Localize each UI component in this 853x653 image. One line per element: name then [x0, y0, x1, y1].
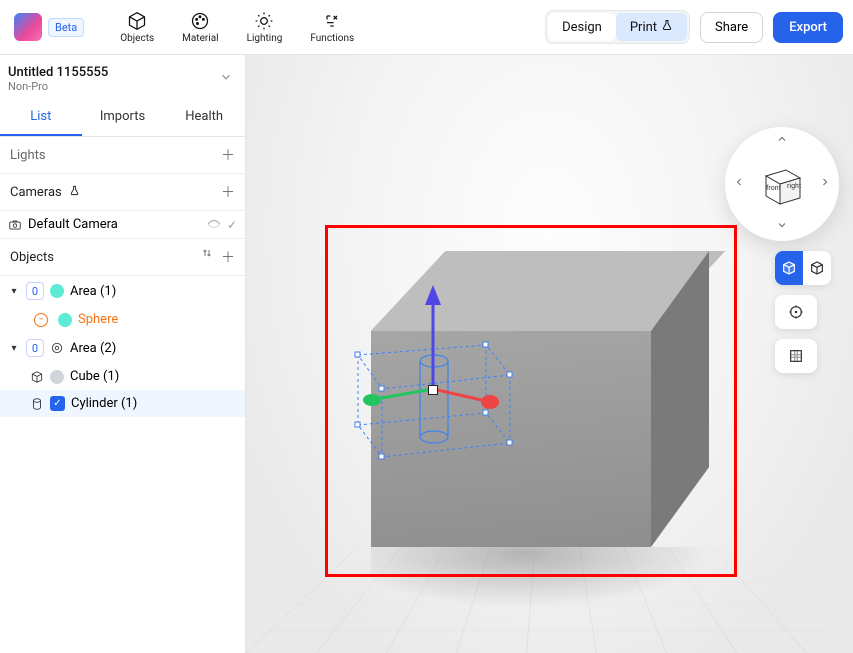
flask-icon: [661, 19, 673, 35]
collapse-icon[interactable]: ▾: [8, 343, 20, 354]
area2-label: Area (2): [70, 341, 237, 356]
orbit-down-button[interactable]: [776, 219, 788, 235]
cylinder-label: Cylinder (1): [71, 396, 237, 411]
gizmo-origin-handle[interactable]: [428, 385, 438, 395]
objects-tool[interactable]: Objects: [120, 11, 154, 44]
display-mode-toggle: [775, 251, 831, 285]
sun-icon: [254, 11, 274, 31]
cube-icon: [127, 11, 147, 31]
minus-circle-icon: −: [34, 313, 48, 327]
functions-tool[interactable]: Functions: [310, 11, 354, 44]
target-icon: [50, 341, 64, 355]
tab-health[interactable]: Health: [163, 99, 245, 136]
add-light-button[interactable]: ＋: [221, 145, 235, 165]
check-icon[interactable]: ✓: [227, 218, 237, 232]
top-tools-group: Objects Material Lighting Functions: [120, 11, 354, 44]
functions-tool-label: Functions: [310, 33, 354, 44]
objects-section-title: Objects: [10, 250, 201, 265]
navcube-front-label: front: [766, 184, 781, 192]
wireframe-mode-button[interactable]: [803, 251, 831, 285]
project-title: Untitled 1155555: [8, 65, 219, 80]
cameras-section-header: Cameras ＋: [0, 174, 245, 211]
sphere-label: Sphere: [78, 312, 237, 327]
area2-badge: 0: [26, 339, 44, 357]
top-right-group: Design Print Share Export: [545, 10, 843, 44]
tab-list[interactable]: List: [0, 99, 82, 136]
cube-icon: [30, 370, 44, 384]
navcube-right-label: right: [787, 182, 801, 190]
flask-icon: [69, 185, 80, 200]
tab-imports[interactable]: Imports: [82, 99, 164, 136]
color-dot-icon: [58, 313, 72, 327]
solid-mode-button[interactable]: [775, 251, 803, 285]
orbit-right-button[interactable]: [819, 176, 831, 192]
color-dot-icon: [50, 370, 64, 384]
viewport-canvas[interactable]: front right: [246, 55, 853, 653]
sort-icon[interactable]: [201, 247, 213, 267]
default-camera-label: Default Camera: [28, 217, 201, 232]
view-cube-widget: front right: [725, 127, 839, 241]
project-header[interactable]: Untitled 1155555 Non-Pro: [0, 55, 245, 99]
view-cube[interactable]: front right: [760, 162, 804, 206]
focus-button[interactable]: [775, 295, 817, 329]
chevron-down-icon: [219, 70, 233, 88]
collapse-icon[interactable]: ▾: [8, 286, 20, 297]
export-button[interactable]: Export: [773, 12, 843, 43]
cylinder-row[interactable]: ✓ Cylinder (1): [0, 390, 245, 417]
area1-row[interactable]: ▾ 0 Area (1): [0, 276, 245, 306]
print-mode-label: Print: [630, 20, 657, 35]
main-area: Untitled 1155555 Non-Pro List Imports He…: [0, 55, 853, 653]
functions-icon: [322, 11, 342, 31]
cube-label: Cube (1): [70, 369, 237, 384]
mode-toggle: Design Print: [545, 10, 690, 44]
sphere-row[interactable]: − Sphere: [0, 306, 245, 333]
area1-label: Area (1): [70, 284, 237, 299]
cameras-section-title: Cameras: [10, 185, 221, 200]
share-button[interactable]: Share: [700, 12, 763, 43]
app-logo[interactable]: [14, 13, 42, 41]
top-toolbar: Beta Objects Material Lighting Functions: [0, 0, 853, 55]
palette-icon: [190, 11, 210, 31]
material-tool[interactable]: Material: [182, 11, 218, 44]
objects-tool-label: Objects: [120, 33, 154, 44]
orbit-left-button[interactable]: [733, 176, 745, 192]
lights-section-header: Lights ＋: [0, 137, 245, 174]
color-dot-icon: [50, 284, 64, 298]
add-camera-button[interactable]: ＋: [221, 182, 235, 202]
design-mode-button[interactable]: Design: [548, 13, 616, 41]
sidebar-tabs: List Imports Health: [0, 99, 245, 137]
checkbox-checked-icon[interactable]: ✓: [50, 396, 65, 411]
lights-section-title: Lights: [10, 148, 221, 163]
lighting-tool[interactable]: Lighting: [247, 11, 283, 44]
default-camera-row[interactable]: Default Camera ✓: [0, 211, 245, 239]
cylinder-icon: [30, 397, 44, 411]
viewport-tools: [775, 251, 831, 373]
objects-section-header: Objects ＋: [0, 239, 245, 276]
sidebar: Untitled 1155555 Non-Pro List Imports He…: [0, 55, 246, 653]
area2-row[interactable]: ▾ 0 Area (2): [0, 333, 245, 363]
project-subtitle: Non-Pro: [8, 80, 219, 93]
material-tool-label: Material: [182, 33, 218, 44]
print-mode-button[interactable]: Print: [616, 13, 687, 41]
view-icon[interactable]: [207, 218, 221, 232]
orbit-up-button[interactable]: [776, 133, 788, 149]
beta-badge: Beta: [48, 18, 84, 37]
area1-badge: 0: [26, 282, 44, 300]
cube-row[interactable]: Cube (1): [0, 363, 245, 390]
add-object-button[interactable]: ＋: [221, 247, 235, 267]
transform-gizmo[interactable]: [358, 279, 518, 439]
grid-toggle-button[interactable]: [775, 339, 817, 373]
camera-icon: [8, 218, 22, 232]
lighting-tool-label: Lighting: [247, 33, 283, 44]
